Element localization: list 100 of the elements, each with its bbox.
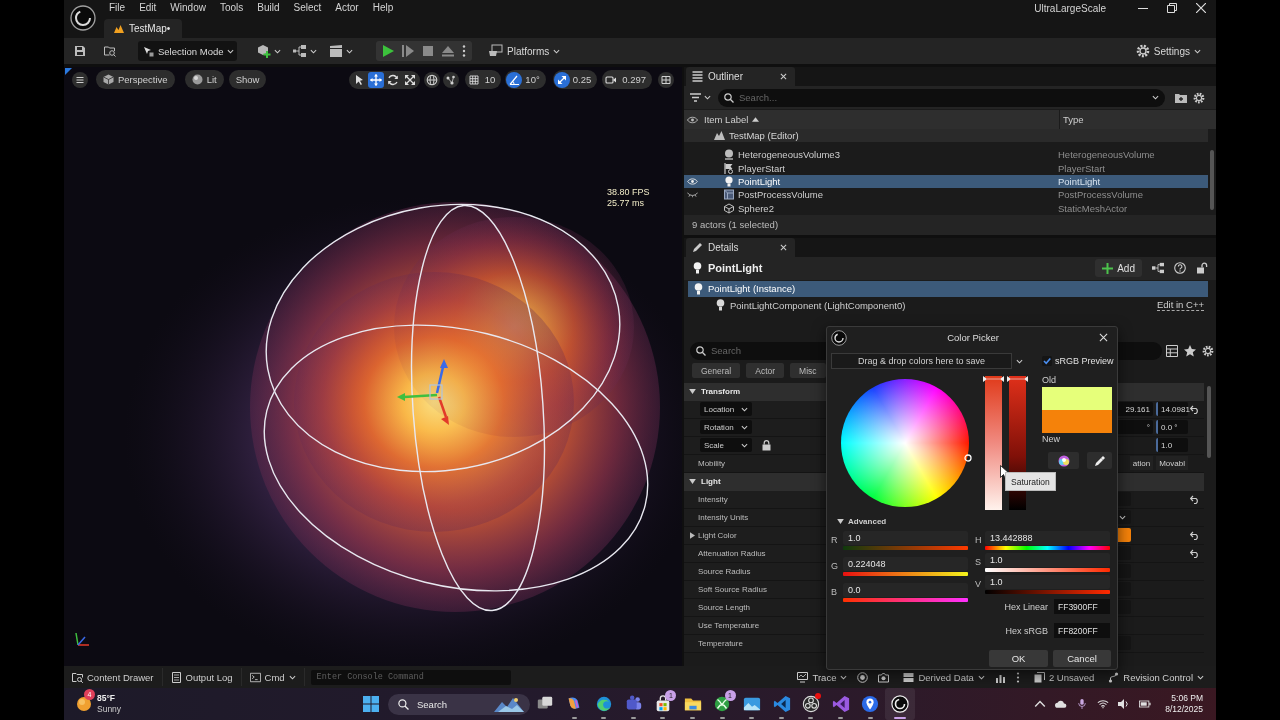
settings-icon[interactable] xyxy=(1193,91,1205,104)
menu-item[interactable]: File xyxy=(102,1,133,15)
move-icon[interactable] xyxy=(367,71,384,88)
status-button[interactable]: Revision Control xyxy=(1104,668,1208,686)
close-icon[interactable] xyxy=(1196,3,1206,13)
checkbox[interactable] xyxy=(1042,356,1052,366)
number-field[interactable]: 0.224048 xyxy=(843,557,968,571)
menu-item[interactable]: Edit xyxy=(132,1,164,15)
status-button[interactable]: Cmd xyxy=(245,668,300,686)
reset-icon[interactable] xyxy=(1190,404,1200,414)
tree-row[interactable]: PostProcessVolume PostProcessVolume xyxy=(684,188,1208,202)
eject-icon[interactable] xyxy=(442,45,454,57)
tree-row[interactable]: PointLight PointLight xyxy=(684,174,1208,189)
menu-item[interactable]: Help xyxy=(365,1,401,15)
number-field[interactable]: 1.0 xyxy=(1156,438,1188,453)
number-field[interactable]: 14.0981 xyxy=(1156,402,1188,417)
filter-tab[interactable]: Misc xyxy=(790,363,826,379)
outliner-tab[interactable]: Outliner xyxy=(686,67,795,86)
menu-item[interactable]: Build xyxy=(250,1,287,15)
play-icon[interactable] xyxy=(382,45,394,57)
component-row[interactable]: PointLight (Instance) xyxy=(688,280,1208,297)
cloud-icon[interactable] xyxy=(1055,699,1068,709)
eyedropper-button[interactable] xyxy=(1087,452,1112,469)
tree-row[interactable]: TestMap (Editor) xyxy=(684,129,1208,142)
eye-icon[interactable] xyxy=(687,115,698,124)
tree-row[interactable]: Sphere2 StaticMeshActor xyxy=(684,201,1208,215)
sun-icon[interactable] xyxy=(76,696,92,712)
menu-icon[interactable] xyxy=(72,71,88,88)
tree-row[interactable]: HeterogeneousVolume3 HeterogeneousVolume xyxy=(684,148,1208,162)
microphone-icon[interactable] xyxy=(1076,699,1089,709)
status-button[interactable]: 2 Unsaved xyxy=(1029,668,1099,686)
close-icon[interactable] xyxy=(1099,333,1108,342)
wifi-icon[interactable] xyxy=(1097,699,1110,709)
clock-date[interactable]: 8/12/2025 xyxy=(1165,704,1203,715)
logo-icon[interactable] xyxy=(70,5,96,31)
add-folder-icon[interactable] xyxy=(1175,91,1187,104)
help-icon[interactable] xyxy=(1174,262,1186,275)
reset-icon[interactable] xyxy=(1190,548,1200,558)
dialog-button[interactable]: Cancel xyxy=(1053,650,1111,667)
globe-icon[interactable] xyxy=(423,71,440,88)
filter-tab[interactable]: General xyxy=(692,363,741,379)
dropdown[interactable]: Location xyxy=(700,402,752,417)
dialog-button[interactable]: OK xyxy=(989,650,1048,667)
tree-row[interactable]: PlayerStart PlayerStart xyxy=(684,161,1208,175)
table-icon[interactable] xyxy=(1166,344,1178,357)
eye-closed-icon[interactable] xyxy=(686,191,698,199)
wheel-mode-button[interactable] xyxy=(1048,452,1079,469)
snap-control[interactable]: 0.297 xyxy=(602,70,652,89)
speaker-icon[interactable] xyxy=(1118,699,1131,709)
number-field[interactable]: 1.0 xyxy=(985,553,1110,567)
hue-marker-icon[interactable] xyxy=(964,454,972,462)
padlock-icon[interactable] xyxy=(1196,262,1208,275)
toggle-option[interactable]: ation xyxy=(1129,456,1154,471)
status-button[interactable]: Trace xyxy=(793,668,852,686)
dropdown[interactable]: Rotation xyxy=(700,420,752,435)
menu-item[interactable]: Tools xyxy=(212,1,251,15)
number-field[interactable]: 1.0 xyxy=(843,531,968,545)
transform-gizmo-icon[interactable] xyxy=(397,359,449,425)
menu-item[interactable]: Actor xyxy=(328,1,366,15)
document-tab[interactable]: TestMap• xyxy=(104,19,182,38)
number-field[interactable]: 1.0 xyxy=(985,575,1110,589)
mode-dropdown[interactable]: Selection Mode xyxy=(138,41,237,61)
edit-link[interactable]: Edit in C++ xyxy=(1157,299,1204,312)
menu-item[interactable]: Window xyxy=(163,1,213,15)
viewport-layout-icon[interactable] xyxy=(658,71,674,88)
number-field[interactable]: 13.442888 xyxy=(985,531,1110,545)
reset-icon[interactable] xyxy=(1190,494,1200,504)
more-icon[interactable] xyxy=(462,45,466,57)
close-icon[interactable] xyxy=(780,73,787,80)
details-tab[interactable]: Details xyxy=(686,237,795,257)
saved-colors-drop-area[interactable]: Drag & drop colors here to save xyxy=(831,353,1012,369)
folder-search-icon[interactable] xyxy=(104,45,116,57)
column-header[interactable]: Item Label xyxy=(704,110,1059,129)
reset-icon[interactable] xyxy=(1190,530,1200,540)
status-button[interactable]: Output Log xyxy=(166,668,237,686)
search-field[interactable]: Search... xyxy=(718,88,1165,107)
saturation-slider[interactable] xyxy=(985,376,1002,510)
chevron-up-icon[interactable] xyxy=(1034,699,1047,709)
view-option-button[interactable]: Perspective xyxy=(96,70,175,89)
save-icon[interactable] xyxy=(74,45,86,57)
settings-button[interactable]: Settings xyxy=(1130,41,1206,61)
search-button[interactable]: Search xyxy=(388,693,530,715)
platforms-button[interactable]: Platforms xyxy=(484,41,566,61)
slider-thumb[interactable] xyxy=(983,376,1004,382)
scrollbar[interactable] xyxy=(1210,150,1214,210)
node-graph-icon[interactable] xyxy=(1152,262,1164,275)
menu-item[interactable]: Select xyxy=(286,1,329,15)
status-button[interactable]: Content Drawer xyxy=(68,668,158,686)
stop-icon[interactable] xyxy=(422,45,434,57)
snap-control[interactable]: 10° xyxy=(505,70,546,89)
add-button[interactable]: Add xyxy=(1095,259,1142,278)
clock-time[interactable]: 5:06 PM xyxy=(1171,693,1203,704)
dropdown[interactable]: Scale xyxy=(700,438,752,453)
nodes-icon[interactable] xyxy=(442,71,459,88)
battery-icon[interactable] xyxy=(1139,699,1152,709)
taskbar-app[interactable] xyxy=(885,688,915,720)
number-field[interactable]: 0.0 xyxy=(843,583,968,597)
number-field[interactable]: 0.0 ° xyxy=(1156,420,1188,435)
angle-icon[interactable] xyxy=(506,71,523,88)
status-button[interactable]: Derived Data xyxy=(899,668,989,686)
